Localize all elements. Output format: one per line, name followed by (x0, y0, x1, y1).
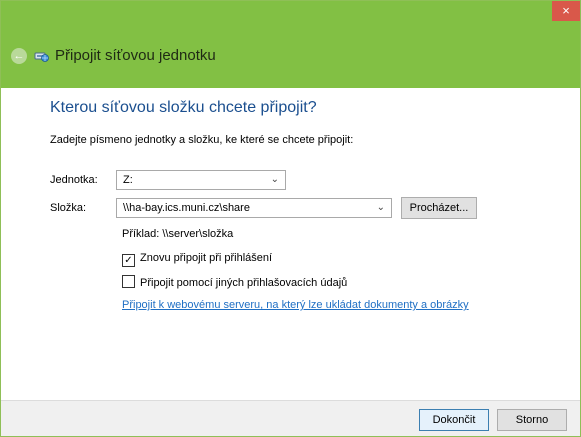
close-button[interactable]: × (552, 1, 580, 21)
other-credentials-checkbox[interactable] (122, 275, 135, 288)
folder-value: \\ha-bay.ics.muni.cz\share (123, 202, 250, 214)
folder-label: Složka: (50, 202, 87, 214)
browse-button[interactable]: Procházet... (401, 197, 477, 219)
chevron-down-icon: ⌄ (270, 174, 279, 185)
page-heading: Kterou síťovou složku chcete připojit? (50, 99, 317, 116)
instruction-text: Zadejte písmeno jednotky a složku, ke kt… (50, 134, 354, 146)
chevron-down-icon: ⌄ (376, 202, 385, 213)
finish-button[interactable]: Dokončit (419, 409, 489, 431)
other-credentials-label: Připojit pomocí jiných přihlašovacích úd… (140, 277, 348, 289)
folder-combobox[interactable]: \\ha-bay.ics.muni.cz\share ⌄ (116, 198, 392, 218)
wizard-footer: Dokončit Storno (1, 400, 580, 436)
network-drive-icon (34, 52, 49, 62)
back-button[interactable]: ← (11, 48, 27, 64)
back-arrow-icon: ← (13, 50, 25, 62)
title-bar[interactable]: × (1, 1, 580, 32)
wizard-header: ← Připojit síťovou jednotku (1, 32, 580, 88)
web-server-link[interactable]: Připojit k webovému serveru, na který lz… (122, 299, 469, 311)
reconnect-checkbox[interactable]: ✓ (122, 254, 135, 267)
drive-label: Jednotka: (50, 174, 98, 186)
other-credentials-option[interactable]: Připojit pomocí jiných přihlašovacích úd… (122, 275, 347, 289)
drive-select[interactable]: Z: ⌄ (116, 170, 286, 190)
reconnect-label: Znovu připojit při přihlášení (140, 252, 273, 264)
cancel-button[interactable]: Storno (497, 409, 567, 431)
map-network-drive-window: × ← Připojit síťovou jednotku Kterou síť… (0, 0, 581, 437)
example-text: Příklad: \\server\složka (122, 228, 234, 240)
wizard-title: Připojit síťovou jednotku (55, 47, 216, 64)
drive-value: Z: (123, 174, 133, 186)
reconnect-option[interactable]: ✓ Znovu připojit při přihlášení (122, 252, 272, 267)
wizard-content: Kterou síťovou složku chcete připojit? Z… (1, 88, 580, 400)
